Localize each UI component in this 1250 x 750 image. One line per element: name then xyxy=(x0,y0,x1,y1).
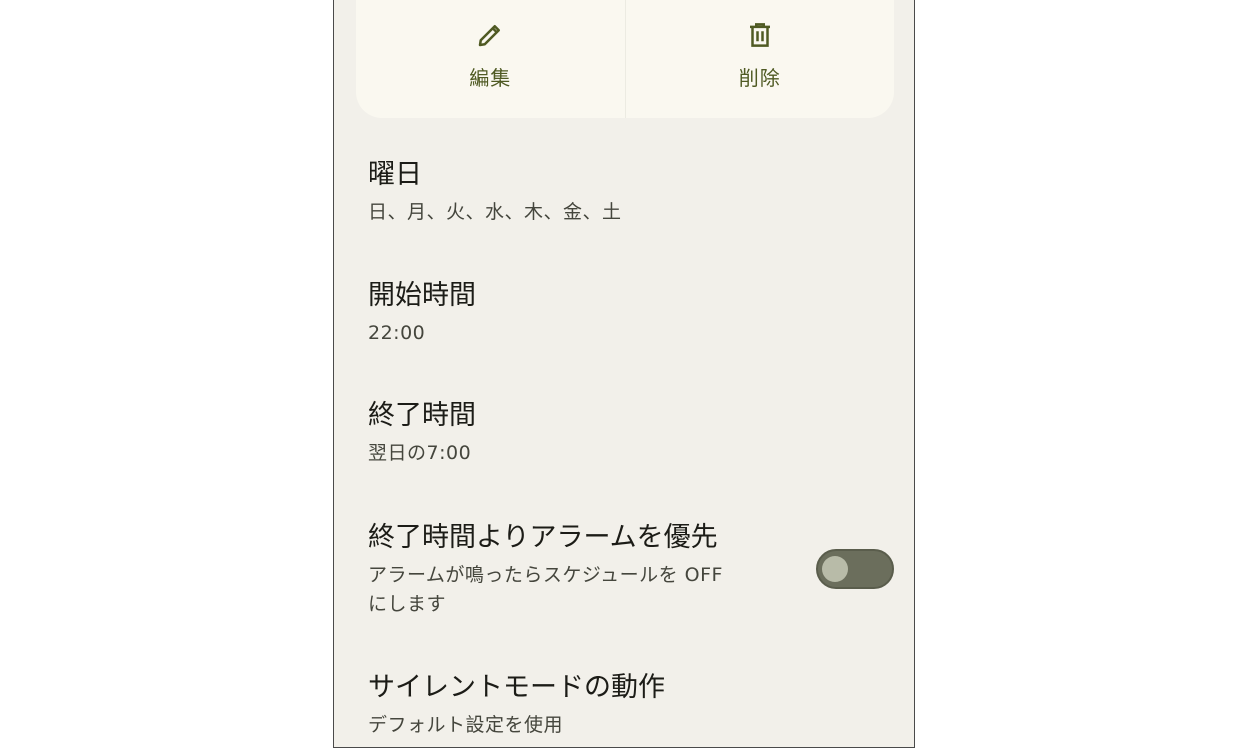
edit-button[interactable]: 編集 xyxy=(356,0,625,118)
alarm-priority-setting[interactable]: 終了時間よりアラームを優先 アラームが鳴ったらスケジュールを OFF にします xyxy=(368,521,892,619)
setting-subtitle: 日、月、火、水、木、金、土 xyxy=(368,201,622,223)
action-card: 編集 削除 xyxy=(356,0,894,118)
trash-icon xyxy=(749,23,770,47)
setting-title: 終了時間よりアラームを優先 xyxy=(368,522,718,553)
setting-subtitle: アラームが鳴ったらスケジュールを OFF にします xyxy=(368,564,723,615)
alarm-priority-toggle[interactable] xyxy=(816,549,894,589)
silent-mode-setting[interactable]: サイレントモードの動作 デフォルト設定を使用 xyxy=(368,671,892,740)
edit-label: 編集 xyxy=(469,66,512,90)
setting-title: 開始時間 xyxy=(368,280,476,311)
start-time-setting[interactable]: 開始時間 22:00 xyxy=(368,279,892,348)
end-time-setting[interactable]: 終了時間 翌日の7:00 xyxy=(368,399,892,468)
toggle-knob xyxy=(822,556,848,582)
setting-title: 曜日 xyxy=(368,159,422,190)
delete-label: 削除 xyxy=(738,66,781,90)
setting-subtitle: デフォルト設定を使用 xyxy=(368,714,564,736)
setting-title: 終了時間 xyxy=(368,400,476,431)
delete-button[interactable]: 削除 xyxy=(626,0,895,118)
phone-screen: 編集 削除 曜日 日、月、火、水、木、金、土 開始時間 22:00 終了時間 翌… xyxy=(333,0,915,748)
pencil-icon xyxy=(479,25,501,47)
setting-subtitle: 22:00 xyxy=(368,322,426,344)
setting-title: サイレントモードの動作 xyxy=(368,672,665,703)
setting-subtitle: 翌日の7:00 xyxy=(368,442,472,464)
weekday-setting[interactable]: 曜日 日、月、火、水、木、金、土 xyxy=(368,158,892,227)
